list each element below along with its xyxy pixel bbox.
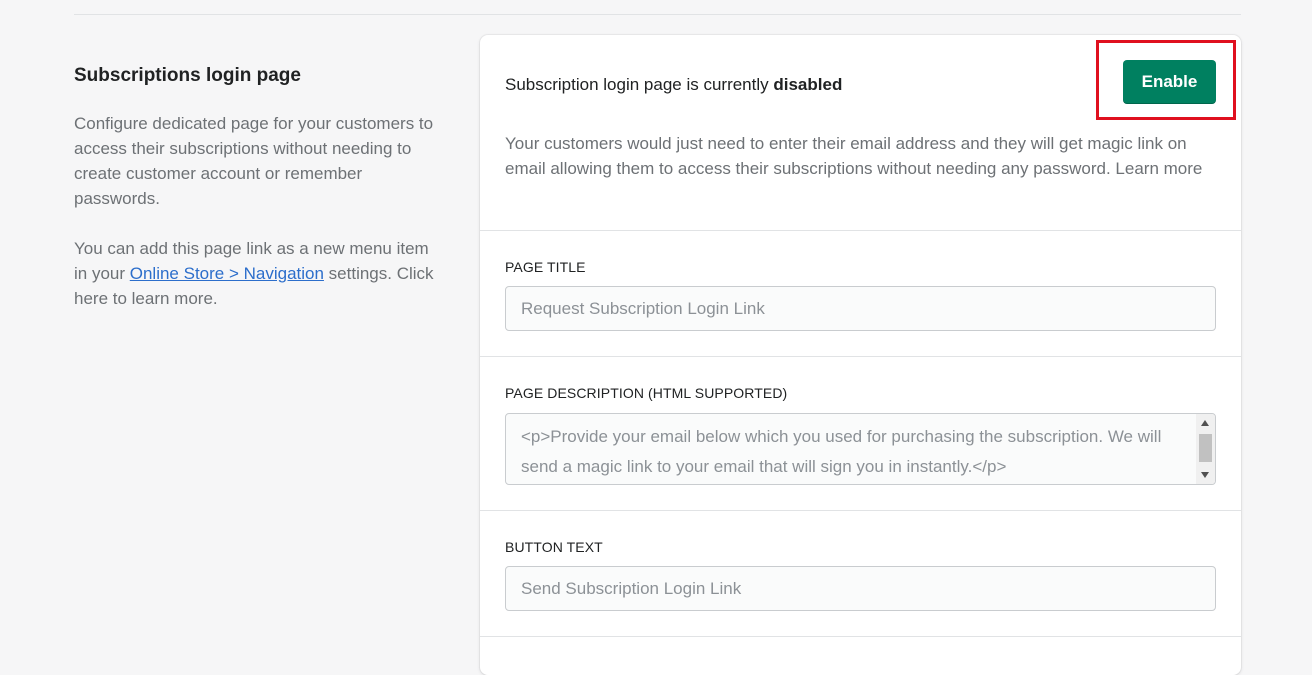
enable-button[interactable]: Enable [1123, 60, 1216, 104]
page-description-label: PAGE DESCRIPTION (HTML SUPPORTED) [505, 385, 788, 401]
status-text: Subscription login page is currently dis… [505, 73, 842, 97]
scroll-thumb[interactable] [1199, 434, 1212, 462]
page-title-label: PAGE TITLE [505, 259, 586, 275]
settings-card: Subscription login page is currently dis… [480, 35, 1241, 675]
status-prefix: Subscription login page is currently [505, 75, 774, 94]
online-store-navigation-link[interactable]: Online Store > Navigation [130, 264, 324, 283]
status-state: disabled [773, 75, 843, 94]
scroll-up-icon[interactable] [1201, 420, 1209, 426]
page-description-textarea[interactable]: <p>Provide your email below which you us… [505, 413, 1216, 485]
navigation-hint: You can add this page link as a new menu… [74, 236, 434, 311]
textarea-scrollbar[interactable] [1196, 414, 1215, 484]
button-text-label: BUTTON TEXT [505, 539, 603, 555]
button-text-section: BUTTON TEXT [480, 511, 1241, 637]
section-heading: Subscriptions login page [74, 65, 301, 86]
section-info: Subscriptions login page Configure dedic… [74, 62, 434, 311]
scroll-down-icon[interactable] [1201, 472, 1209, 478]
page-description-placeholder: <p>Provide your email below which you us… [521, 427, 1162, 476]
status-description: Your customers would just need to enter … [505, 134, 1203, 178]
page-description-section: PAGE DESCRIPTION (HTML SUPPORTED) <p>Pro… [480, 357, 1241, 511]
button-text-input[interactable] [505, 566, 1216, 611]
page-title-section: PAGE TITLE [480, 231, 1241, 357]
status-section: Subscription login page is currently dis… [480, 35, 1241, 231]
section-description: Configure dedicated page for your custom… [74, 114, 434, 208]
top-divider [74, 14, 1241, 15]
page-title-input[interactable] [505, 286, 1216, 331]
